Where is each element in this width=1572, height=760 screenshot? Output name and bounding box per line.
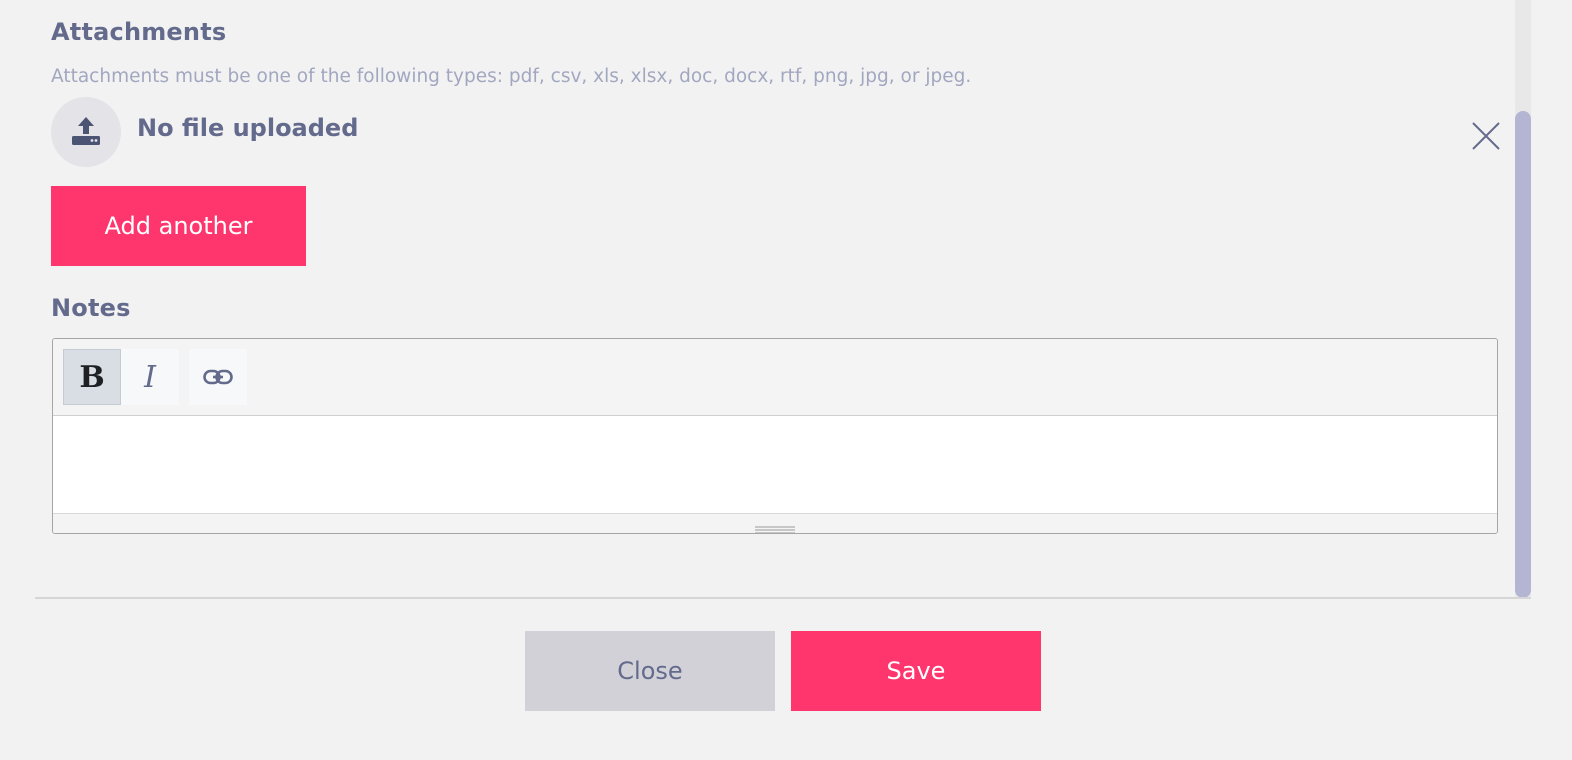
notes-heading: Notes	[51, 294, 131, 322]
save-button[interactable]: Save	[791, 631, 1041, 711]
bold-button[interactable]: B	[63, 349, 121, 405]
italic-button[interactable]: I	[121, 349, 179, 405]
editor-toolbar: B I	[53, 339, 1497, 416]
remove-attachment-button[interactable]	[1470, 120, 1502, 152]
file-status-text: No file uploaded	[137, 114, 359, 142]
attachments-help-text: Attachments must be one of the following…	[51, 66, 972, 87]
upload-file-button[interactable]	[51, 97, 121, 167]
footer-divider	[35, 597, 1531, 599]
notes-editor: B I	[52, 338, 1498, 534]
close-button[interactable]: Close	[525, 631, 775, 711]
notes-text-area[interactable]	[53, 416, 1497, 514]
link-icon	[203, 369, 233, 385]
resize-handle-icon[interactable]	[755, 519, 795, 533]
scrollbar-thumb[interactable]	[1515, 111, 1531, 598]
close-icon	[1472, 122, 1500, 150]
upload-icon	[72, 117, 100, 145]
attachments-heading: Attachments	[51, 18, 227, 46]
add-another-button[interactable]: Add another	[51, 186, 306, 266]
insert-link-button[interactable]	[189, 349, 247, 405]
editor-statusbar	[53, 513, 1497, 533]
modal-body: Attachments Attachments must be one of t…	[0, 0, 1572, 760]
